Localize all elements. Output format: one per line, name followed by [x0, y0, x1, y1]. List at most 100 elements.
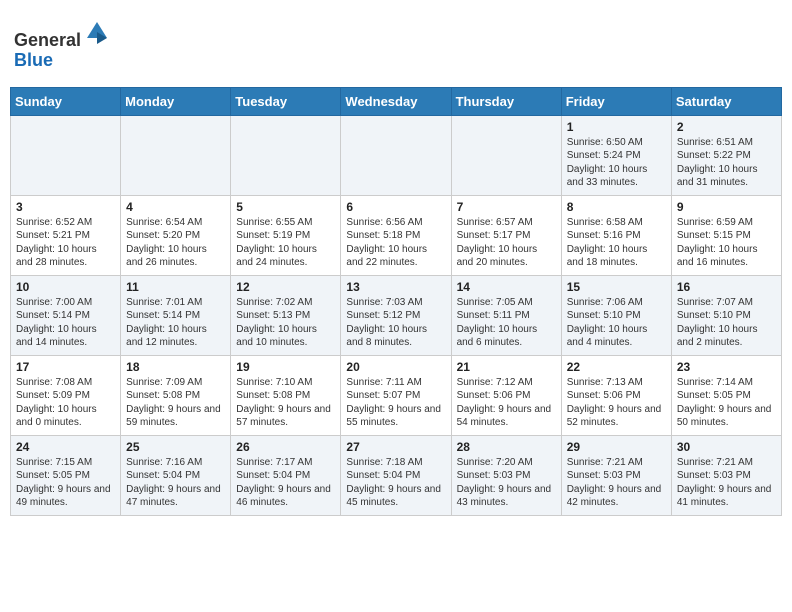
day-info: Sunrise: 7:15 AM Sunset: 5:05 PM Dayligh…: [16, 456, 115, 510]
day-info: Sunrise: 6:52 AM Sunset: 5:21 PM Dayligh…: [16, 216, 115, 270]
calendar-cell: 15 Sunrise: 7:06 AM Sunset: 5:10 PM Dayli…: [561, 275, 671, 355]
calendar-cell: 30 Sunrise: 7:21 AM Sunset: 5:03 PM Dayli…: [671, 435, 781, 515]
calendar-cell: 17 Sunrise: 7:08 AM Sunset: 5:09 PM Dayli…: [11, 355, 121, 435]
day-info: Sunrise: 6:51 AM Sunset: 5:22 PM Dayligh…: [677, 136, 776, 190]
day-info: Sunrise: 7:06 AM Sunset: 5:10 PM Dayligh…: [567, 296, 666, 350]
day-info: Sunrise: 6:56 AM Sunset: 5:18 PM Dayligh…: [346, 216, 445, 270]
day-info: Sunrise: 7:12 AM Sunset: 5:06 PM Dayligh…: [457, 376, 556, 430]
calendar-cell: 7Sunrise: 6:57 AM Sunset: 5:17 PM Daylig…: [451, 195, 561, 275]
weekday-header-tuesday: Tuesday: [231, 87, 341, 115]
calendar-cell: 28Sunrise: 7:20 AM Sunset: 5:03 PM Dayli…: [451, 435, 561, 515]
day-number: 18: [126, 360, 225, 374]
calendar-cell: 24 Sunrise: 7:15 AM Sunset: 5:05 PM Dayli…: [11, 435, 121, 515]
day-info: Sunrise: 7:16 AM Sunset: 5:04 PM Dayligh…: [126, 456, 225, 510]
day-info: Sunrise: 7:08 AM Sunset: 5:09 PM Dayligh…: [16, 376, 115, 430]
day-info: Sunrise: 7:07 AM Sunset: 5:10 PM Dayligh…: [677, 296, 776, 350]
weekday-header-monday: Monday: [121, 87, 231, 115]
calendar-cell: 26 Sunrise: 7:17 AM Sunset: 5:04 PM Dayli…: [231, 435, 341, 515]
day-number: 13: [346, 280, 445, 294]
calendar-cell: 29 Sunrise: 7:21 AM Sunset: 5:03 PM Dayli…: [561, 435, 671, 515]
day-number: 1: [567, 120, 666, 134]
page-header: General Blue: [10, 10, 782, 79]
calendar-cell: 19 Sunrise: 7:10 AM Sunset: 5:08 PM Dayli…: [231, 355, 341, 435]
day-info: Sunrise: 7:18 AM Sunset: 5:04 PM Dayligh…: [346, 456, 445, 510]
week-row-1: 1 Sunrise: 6:50 AM Sunset: 5:24 PM Daylig…: [11, 115, 782, 195]
calendar-cell: [231, 115, 341, 195]
calendar-cell: 21 Sunrise: 7:12 AM Sunset: 5:06 PM Dayli…: [451, 355, 561, 435]
calendar-cell: 18 Sunrise: 7:09 AM Sunset: 5:08 PM Dayli…: [121, 355, 231, 435]
calendar-cell: 1 Sunrise: 6:50 AM Sunset: 5:24 PM Daylig…: [561, 115, 671, 195]
calendar-cell: 13 Sunrise: 7:03 AM Sunset: 5:12 PM Dayli…: [341, 275, 451, 355]
day-number: 27: [346, 440, 445, 454]
day-number: 19: [236, 360, 335, 374]
day-number: 16: [677, 280, 776, 294]
day-info: Sunrise: 7:02 AM Sunset: 5:13 PM Dayligh…: [236, 296, 335, 350]
logo-blue: Blue: [14, 50, 53, 70]
day-number: 6: [346, 200, 445, 214]
calendar-cell: 14 Sunrise: 7:05 AM Sunset: 5:11 PM Dayli…: [451, 275, 561, 355]
calendar-cell: 11Sunrise: 7:01 AM Sunset: 5:14 PM Dayli…: [121, 275, 231, 355]
day-number: 23: [677, 360, 776, 374]
day-info: Sunrise: 7:10 AM Sunset: 5:08 PM Dayligh…: [236, 376, 335, 430]
calendar-cell: 23 Sunrise: 7:14 AM Sunset: 5:05 PM Dayli…: [671, 355, 781, 435]
logo-general: General: [14, 30, 81, 50]
calendar-cell: 8 Sunrise: 6:58 AM Sunset: 5:16 PM Daylig…: [561, 195, 671, 275]
day-number: 30: [677, 440, 776, 454]
calendar-cell: 4 Sunrise: 6:54 AM Sunset: 5:20 PM Daylig…: [121, 195, 231, 275]
day-info: Sunrise: 7:03 AM Sunset: 5:12 PM Dayligh…: [346, 296, 445, 350]
calendar-cell: 2 Sunrise: 6:51 AM Sunset: 5:22 PM Daylig…: [671, 115, 781, 195]
week-row-2: 3 Sunrise: 6:52 AM Sunset: 5:21 PM Daylig…: [11, 195, 782, 275]
day-info: Sunrise: 7:01 AM Sunset: 5:14 PM Dayligh…: [126, 296, 225, 350]
week-row-3: 10 Sunrise: 7:00 AM Sunset: 5:14 PM Dayli…: [11, 275, 782, 355]
week-row-5: 24 Sunrise: 7:15 AM Sunset: 5:05 PM Dayli…: [11, 435, 782, 515]
day-info: Sunrise: 7:09 AM Sunset: 5:08 PM Dayligh…: [126, 376, 225, 430]
day-number: 15: [567, 280, 666, 294]
day-number: 28: [457, 440, 556, 454]
day-number: 22: [567, 360, 666, 374]
day-info: Sunrise: 7:11 AM Sunset: 5:07 PM Dayligh…: [346, 376, 445, 430]
day-number: 14: [457, 280, 556, 294]
day-number: 26: [236, 440, 335, 454]
day-number: 10: [16, 280, 115, 294]
day-info: Sunrise: 7:00 AM Sunset: 5:14 PM Dayligh…: [16, 296, 115, 350]
calendar-cell: 25Sunrise: 7:16 AM Sunset: 5:04 PM Dayli…: [121, 435, 231, 515]
logo-icon: [83, 18, 111, 46]
day-info: Sunrise: 7:13 AM Sunset: 5:06 PM Dayligh…: [567, 376, 666, 430]
calendar-cell: [121, 115, 231, 195]
calendar-cell: 22 Sunrise: 7:13 AM Sunset: 5:06 PM Dayli…: [561, 355, 671, 435]
day-number: 20: [346, 360, 445, 374]
day-number: 4: [126, 200, 225, 214]
weekday-header-thursday: Thursday: [451, 87, 561, 115]
day-number: 12: [236, 280, 335, 294]
day-number: 8: [567, 200, 666, 214]
day-info: Sunrise: 6:50 AM Sunset: 5:24 PM Dayligh…: [567, 136, 666, 190]
day-info: Sunrise: 7:17 AM Sunset: 5:04 PM Dayligh…: [236, 456, 335, 510]
calendar-cell: 12 Sunrise: 7:02 AM Sunset: 5:13 PM Dayli…: [231, 275, 341, 355]
day-number: 2: [677, 120, 776, 134]
day-number: 24: [16, 440, 115, 454]
calendar-cell: 20 Sunrise: 7:11 AM Sunset: 5:07 PM Dayli…: [341, 355, 451, 435]
week-row-4: 17 Sunrise: 7:08 AM Sunset: 5:09 PM Dayli…: [11, 355, 782, 435]
day-info: Sunrise: 6:58 AM Sunset: 5:16 PM Dayligh…: [567, 216, 666, 270]
weekday-header-saturday: Saturday: [671, 87, 781, 115]
weekday-header-row: SundayMondayTuesdayWednesdayThursdayFrid…: [11, 87, 782, 115]
day-info: Sunrise: 7:05 AM Sunset: 5:11 PM Dayligh…: [457, 296, 556, 350]
calendar-cell: 9Sunrise: 6:59 AM Sunset: 5:15 PM Daylig…: [671, 195, 781, 275]
day-number: 21: [457, 360, 556, 374]
calendar-cell: 3 Sunrise: 6:52 AM Sunset: 5:21 PM Daylig…: [11, 195, 121, 275]
day-number: 17: [16, 360, 115, 374]
day-info: Sunrise: 6:54 AM Sunset: 5:20 PM Dayligh…: [126, 216, 225, 270]
calendar-cell: [11, 115, 121, 195]
day-info: Sunrise: 6:57 AM Sunset: 5:17 PM Dayligh…: [457, 216, 556, 270]
day-info: Sunrise: 7:21 AM Sunset: 5:03 PM Dayligh…: [677, 456, 776, 510]
day-info: Sunrise: 7:14 AM Sunset: 5:05 PM Dayligh…: [677, 376, 776, 430]
calendar-cell: 6 Sunrise: 6:56 AM Sunset: 5:18 PM Daylig…: [341, 195, 451, 275]
weekday-header-friday: Friday: [561, 87, 671, 115]
day-number: 5: [236, 200, 335, 214]
calendar-cell: 10 Sunrise: 7:00 AM Sunset: 5:14 PM Dayli…: [11, 275, 121, 355]
day-number: 3: [16, 200, 115, 214]
calendar-cell: 16 Sunrise: 7:07 AM Sunset: 5:10 PM Dayli…: [671, 275, 781, 355]
day-info: Sunrise: 6:59 AM Sunset: 5:15 PM Dayligh…: [677, 216, 776, 270]
day-info: Sunrise: 7:21 AM Sunset: 5:03 PM Dayligh…: [567, 456, 666, 510]
day-number: 29: [567, 440, 666, 454]
